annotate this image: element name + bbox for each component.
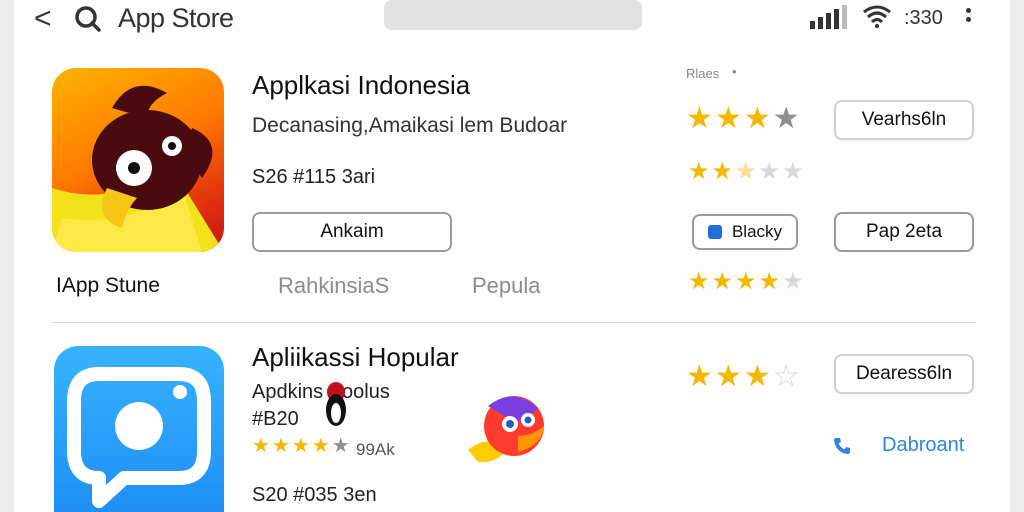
phone-icon[interactable] [832, 436, 852, 456]
star-icon: ★ [711, 158, 734, 185]
divider [52, 322, 976, 323]
star-icon: ★ [758, 268, 781, 295]
star-icon: ★ [686, 102, 713, 135]
star-icon: ★ [714, 102, 742, 135]
rating-label: Rlaes [686, 66, 720, 81]
section-rating-stars: ★ ★ ★ ★ ★ [688, 270, 804, 294]
status-time: :330 [904, 7, 943, 29]
star-icon: ☆ [772, 360, 800, 393]
star-icon: ★ [735, 158, 757, 185]
bird-app-icon[interactable] [52, 68, 224, 252]
star-icon: ★ [758, 158, 781, 185]
app-2-number: #B20 [252, 408, 299, 430]
star-icon: ★ [743, 102, 771, 135]
app-2-small-stars: ★ ★ ★ ★ ★ [252, 436, 350, 456]
app-2-rating-stars: ★ ★ ★ ☆ [686, 362, 800, 392]
app-1-action-label: Vearhs6ln [861, 109, 947, 130]
app-1-chip-label: Blacky [731, 222, 783, 241]
app-2-review-count: 99Ak [356, 440, 395, 459]
app-2-link[interactable]: Dabroant [882, 434, 964, 457]
tab-popular[interactable]: Pepula [472, 273, 541, 299]
star-icon: ★ [714, 360, 742, 393]
search-icon[interactable] [74, 5, 102, 33]
app-2-action-button[interactable]: Dearess6ln [834, 354, 974, 394]
star-icon: ★ [311, 435, 330, 457]
penguin-icon [326, 382, 346, 426]
store-label: IApp Stune [56, 274, 160, 297]
app-1-extra-label: Pap 2eta [865, 221, 943, 242]
back-icon[interactable]: < [34, 2, 52, 36]
app-1-action-button[interactable]: Vearhs6ln [834, 100, 974, 140]
star-icon: ★ [772, 102, 800, 135]
signal-icon [810, 5, 847, 29]
parrot-mascot-icon [468, 396, 544, 463]
app-store-screen: < App Store :330 Applkasi Indonesia Deca… [14, 0, 1010, 512]
app-2-title[interactable]: Apliikassi Hopular [252, 342, 459, 373]
star-icon: ★ [252, 435, 270, 457]
app-badge-icon [707, 225, 722, 239]
star-icon: ★ [271, 435, 290, 457]
star-icon: ★ [291, 435, 310, 457]
app-1-rating-stars: ★ ★ ★ ★ [686, 104, 800, 134]
star-icon: ★ [688, 268, 710, 295]
star-icon: ★ [688, 158, 710, 185]
app-store-title: App Store [118, 3, 234, 33]
app-2-subtitle: Apdkins Poolus [252, 381, 390, 403]
star-icon: ★ [782, 158, 804, 185]
status-bar: < App Store :330 [14, 0, 1010, 38]
star-icon: ★ [711, 268, 734, 295]
camera-chat-app-icon[interactable] [54, 346, 224, 512]
app-1-title[interactable]: Applkasi Indonesia [252, 70, 470, 101]
star-icon: ★ [686, 360, 713, 393]
star-icon: ★ [782, 268, 804, 295]
app-2-action-label: Dearess6ln [855, 363, 953, 384]
star-icon: ★ [735, 268, 757, 295]
search-bar[interactable] [384, 0, 642, 30]
tab-rankings[interactable]: RahkinsiaS [278, 273, 389, 299]
app-1-meta: S26 #115 3ari [252, 166, 376, 188]
star-icon: ★ [743, 360, 771, 393]
app-1-subtitle: Decanasing,Amaikasi lem Budoar [252, 114, 568, 137]
wifi-icon [863, 5, 891, 28]
app-2-meta: S20 #035 3en [252, 484, 377, 506]
app-1-extra-button[interactable]: Pap 2eta [834, 212, 974, 252]
app-1-primary-button-label: Ankaim [320, 221, 384, 242]
more-icon[interactable] [964, 6, 972, 28]
star-icon: ★ [331, 435, 350, 457]
app-1-secondary-stars: ★ ★ ★ ★ ★ [688, 160, 804, 184]
app-1-chip-button[interactable]: Blacky [692, 214, 798, 250]
rating-label-dot: • [732, 64, 737, 79]
app-1-primary-button[interactable]: Ankaim [252, 212, 452, 252]
